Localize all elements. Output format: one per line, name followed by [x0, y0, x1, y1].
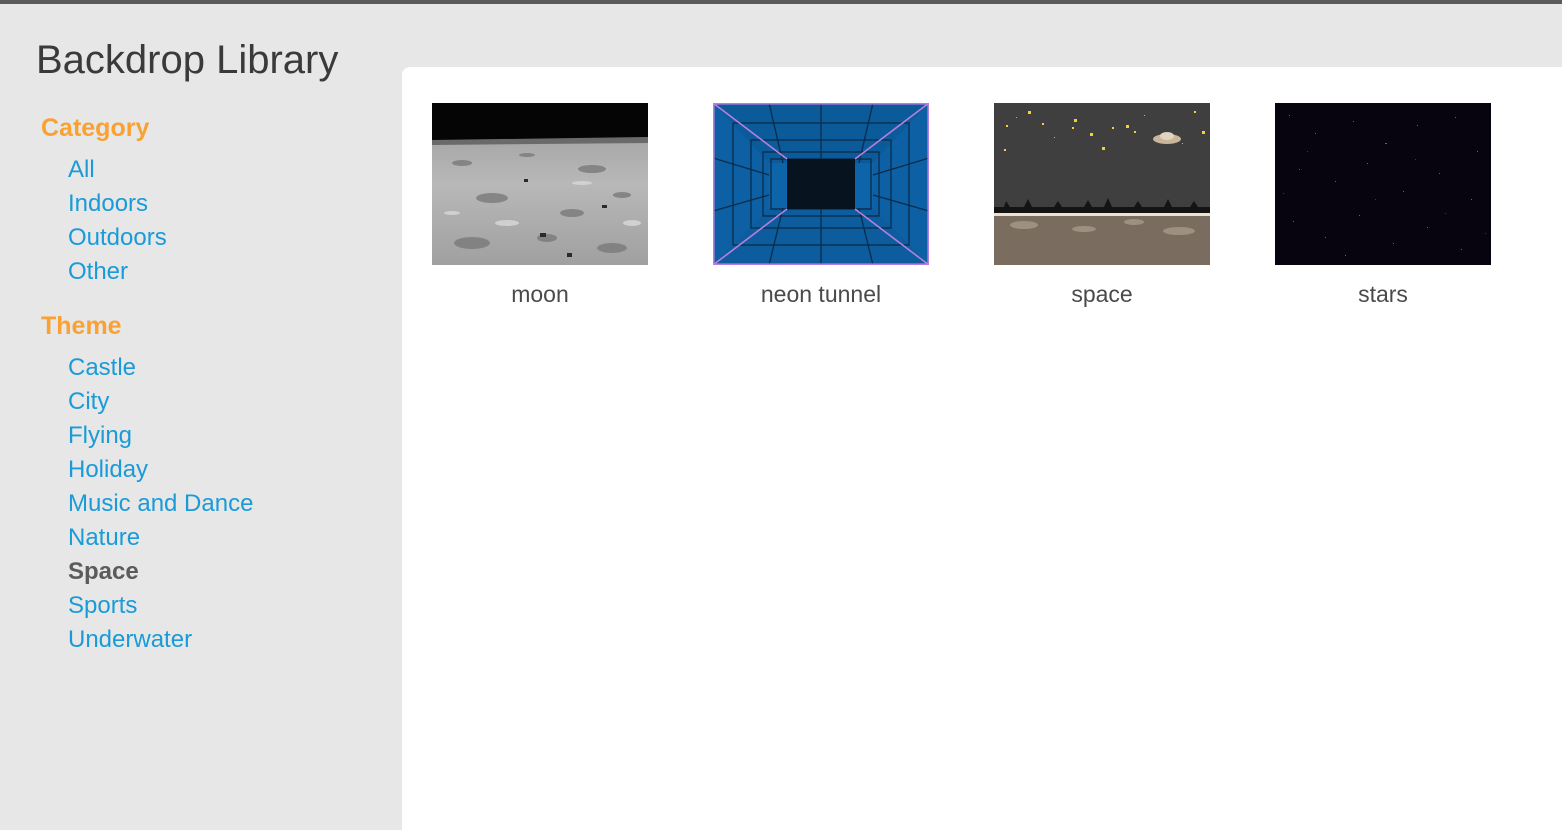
- theme-heading: Theme: [41, 312, 122, 340]
- theme-item-flying[interactable]: Flying: [68, 419, 253, 453]
- category-heading: Category: [41, 114, 150, 142]
- backdrop-library-window: Backdrop Library Category All Indoors Ou…: [0, 4, 1562, 830]
- backdrop-label-neon-tunnel: neon tunnel: [760, 281, 882, 307]
- theme-item-city[interactable]: City: [68, 385, 253, 419]
- backdrop-tile-moon[interactable]: moon: [420, 103, 660, 308]
- category-item-outdoors[interactable]: Outdoors: [68, 221, 167, 255]
- theme-item-holiday[interactable]: Holiday: [68, 453, 253, 487]
- backdrop-label-moon: moon: [511, 281, 569, 307]
- theme-item-music-and-dance[interactable]: Music and Dance: [68, 487, 253, 521]
- backdrop-grid: moon neon tunnel space stars: [402, 67, 1562, 830]
- backdrop-tile-stars[interactable]: stars: [1263, 103, 1503, 308]
- theme-item-castle[interactable]: Castle: [68, 351, 253, 385]
- theme-item-nature[interactable]: Nature: [68, 521, 253, 555]
- neon-tunnel-thumbnail: [713, 103, 929, 265]
- category-list: All Indoors Outdoors Other: [68, 153, 167, 289]
- category-item-indoors[interactable]: Indoors: [68, 187, 167, 221]
- category-item-other[interactable]: Other: [68, 255, 167, 289]
- moon-surface-thumbnail: [432, 103, 648, 265]
- category-item-all[interactable]: All: [68, 153, 167, 187]
- theme-item-sports[interactable]: Sports: [68, 589, 253, 623]
- backdrop-label-space: space: [1071, 281, 1133, 307]
- theme-item-space[interactable]: Space: [68, 555, 253, 589]
- backdrop-label-stars: stars: [1358, 281, 1408, 307]
- library-title: Backdrop Library: [36, 38, 339, 82]
- theme-item-underwater[interactable]: Underwater: [68, 623, 253, 657]
- backdrop-tile-space[interactable]: space: [982, 103, 1222, 308]
- backdrop-tile-neon-tunnel[interactable]: neon tunnel: [701, 103, 941, 308]
- starfield-thumbnail: [1275, 103, 1491, 265]
- theme-list: Castle City Flying Holiday Music and Dan…: [68, 351, 253, 657]
- space-scene-thumbnail: [994, 103, 1210, 265]
